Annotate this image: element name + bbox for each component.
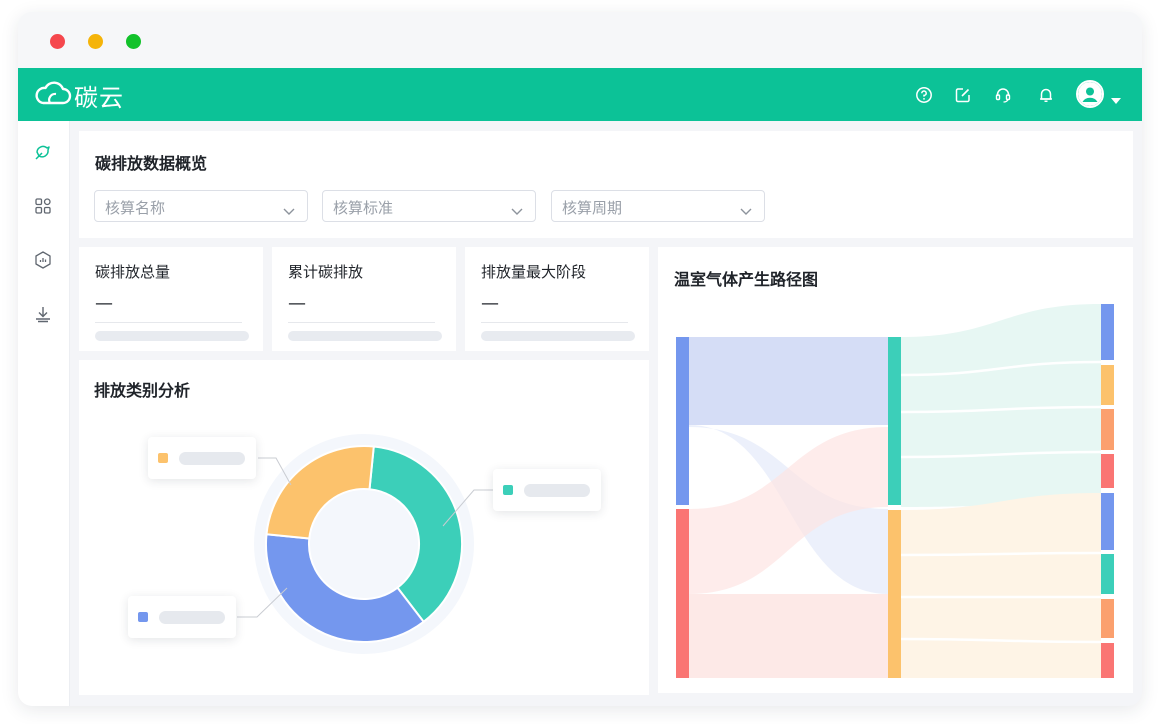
sankey-node — [1101, 409, 1114, 450]
sidebar — [18, 121, 70, 706]
caret-down-icon[interactable] — [1111, 90, 1121, 109]
stat-label: 碳排放总量 — [95, 263, 171, 281]
sankey-node — [888, 337, 901, 505]
apps-grid-icon[interactable] — [33, 196, 53, 216]
accounting-standard-placeholder: 核算标准 — [333, 199, 394, 217]
chevron-down-icon — [740, 202, 752, 220]
legend-item — [148, 437, 256, 479]
stat-value: — — [481, 293, 499, 314]
accounting-standard-select[interactable]: 核算标准 — [322, 190, 536, 222]
sankey-node — [1101, 493, 1114, 550]
legend-placeholder — [179, 452, 245, 465]
sankey-card: 温室气体产生路径图 — [658, 247, 1133, 693]
accounting-period-placeholder: 核算周期 — [562, 199, 623, 217]
brand-name: 碳云 — [74, 83, 124, 112]
cloud-icon — [34, 80, 72, 110]
brand-logo[interactable]: 碳云 — [34, 80, 124, 112]
category-donut-chart — [237, 434, 493, 654]
help-circle-icon[interactable] — [913, 84, 935, 106]
legend-placeholder — [159, 611, 225, 624]
overview-title: 碳排放数据概览 — [95, 154, 208, 173]
category-card: 排放类别分析 — [79, 360, 649, 695]
stat-label: 累计碳排放 — [288, 263, 364, 281]
accounting-name-select[interactable]: 核算名称 — [94, 190, 308, 222]
sankey-node — [1101, 643, 1114, 678]
leaf-icon[interactable] — [33, 142, 53, 162]
legend-placeholder — [524, 484, 590, 497]
divider — [288, 322, 435, 323]
stat-card-max-stage: 排放量最大阶段 — — [465, 247, 649, 351]
legend-item — [493, 469, 601, 511]
chevron-down-icon — [283, 202, 295, 220]
stat-value: — — [288, 293, 306, 314]
window-title-bar — [18, 12, 1142, 68]
sankey-flow — [689, 337, 888, 425]
sankey-node — [1101, 599, 1114, 638]
divider — [481, 322, 628, 323]
loading-placeholder — [481, 331, 635, 341]
top-navbar: 碳云 — [18, 68, 1142, 121]
accounting-name-placeholder: 核算名称 — [105, 199, 166, 217]
sankey-node — [676, 509, 689, 678]
stat-card-total: 碳排放总量 — — [79, 247, 263, 351]
sankey-flow — [901, 304, 1101, 507]
accounting-period-select[interactable]: 核算周期 — [551, 190, 765, 222]
stat-value: — — [95, 293, 113, 314]
overview-card: 碳排放数据概览 核算名称 核算标准 核算周期 — [79, 131, 1133, 238]
download-icon[interactable] — [33, 304, 53, 324]
legend-swatch — [503, 485, 513, 495]
app-window: 碳云 碳排放数据概览 核算名称 核算标准 核算周期 碳排放总量 — 累计碳排放 … — [18, 12, 1142, 706]
headset-icon[interactable] — [992, 84, 1014, 106]
sankey-flow — [689, 594, 888, 678]
edit-icon[interactable] — [952, 84, 974, 106]
bell-icon[interactable] — [1035, 84, 1057, 106]
sankey-flow — [901, 493, 1101, 678]
window-minimize-button[interactable] — [88, 34, 103, 49]
divider — [95, 322, 242, 323]
window-close-button[interactable] — [50, 34, 65, 49]
loading-placeholder — [288, 331, 442, 341]
sankey-node — [1101, 304, 1114, 360]
loading-placeholder — [95, 331, 249, 341]
window-maximize-button[interactable] — [126, 34, 141, 49]
sankey-chart — [676, 304, 1114, 678]
sankey-node — [888, 510, 901, 678]
legend-item — [128, 596, 236, 638]
stat-card-cumulative: 累计碳排放 — — [272, 247, 456, 351]
sankey-node — [1101, 365, 1114, 405]
legend-swatch — [158, 453, 168, 463]
sankey-node — [676, 337, 689, 505]
stat-label: 排放量最大阶段 — [481, 263, 587, 281]
hexagon-chart-icon[interactable] — [33, 250, 53, 270]
user-avatar-icon[interactable] — [1076, 80, 1104, 108]
legend-swatch — [138, 612, 148, 622]
chevron-down-icon — [511, 202, 523, 220]
sankey-node — [1101, 454, 1114, 488]
sankey-node — [1101, 554, 1114, 594]
